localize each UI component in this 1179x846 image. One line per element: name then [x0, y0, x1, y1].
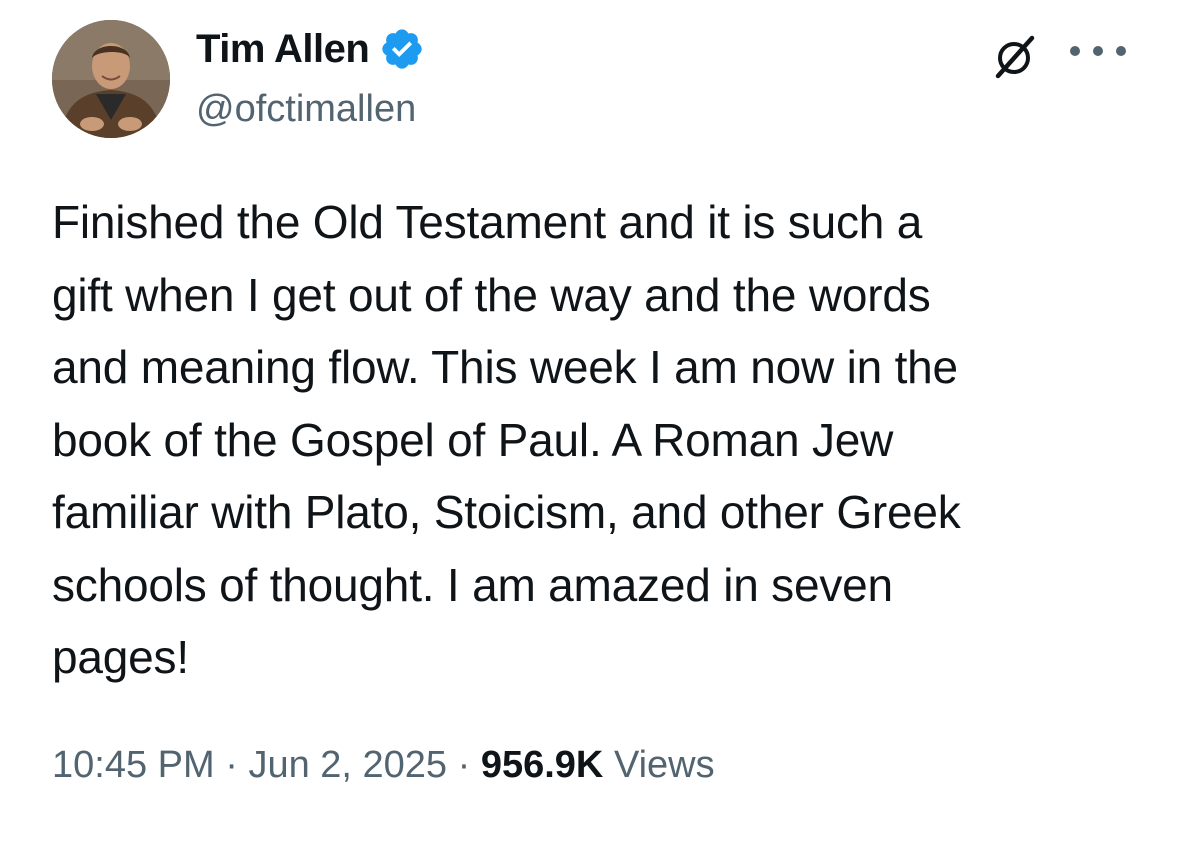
grok-icon[interactable]: [990, 32, 1040, 82]
dot: [1070, 46, 1080, 56]
views-label: Views: [613, 744, 715, 786]
avatar-photo: [52, 20, 170, 138]
views-count[interactable]: 956.9K: [481, 744, 604, 786]
author-name-row: Tim Allen: [196, 24, 425, 74]
dot: [1093, 46, 1103, 56]
author-handle[interactable]: @ofctimallen: [196, 84, 416, 134]
dot: [1116, 46, 1126, 56]
verified-badge-icon[interactable]: [379, 26, 425, 72]
more-options-icon[interactable]: [1070, 40, 1126, 62]
avatar[interactable]: [52, 20, 170, 138]
tweet-meta: 10:45 PM · Jun 2, 2025 · 956.9K Views: [52, 740, 715, 790]
meta-separator: ·: [225, 744, 238, 786]
tweet-card: Tim Allen @ofctimallen Finished the Old …: [0, 0, 1179, 846]
meta-separator: ·: [457, 744, 471, 786]
tweet-text: Finished the Old Testament and it is suc…: [52, 196, 961, 683]
display-name[interactable]: Tim Allen: [196, 24, 370, 74]
tweet-date[interactable]: Jun 2, 2025: [248, 744, 447, 786]
tweet-time[interactable]: 10:45 PM: [52, 744, 215, 786]
